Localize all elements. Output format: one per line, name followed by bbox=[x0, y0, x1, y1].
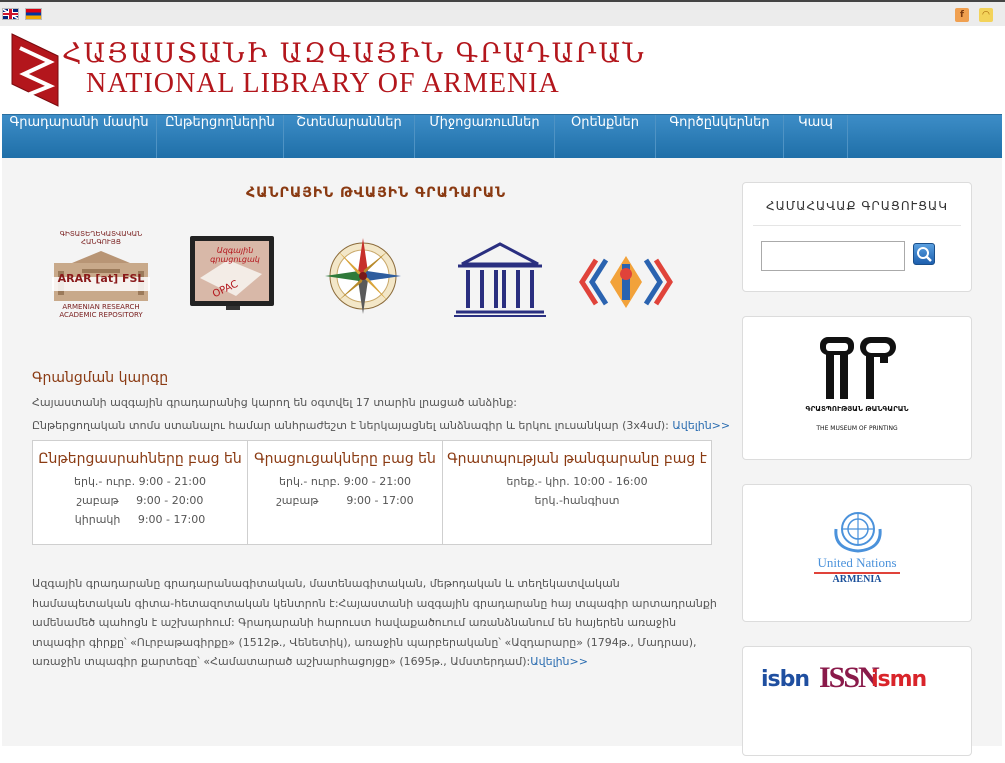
top-utility-bar: f ◠ bbox=[0, 0, 1005, 26]
registration-age-text: Հայաստանի ազգային գրադարանից կարող են օգ… bbox=[32, 396, 517, 409]
un-label: United Nations bbox=[817, 555, 897, 570]
arar-bottom-label-2: ACADEMIC REPOSITORY bbox=[59, 311, 143, 319]
culture-portal-link[interactable] bbox=[578, 230, 674, 320]
nav-events[interactable]: Միջոցառումներ bbox=[415, 115, 555, 159]
union-catalog-heading: ՀԱՄԱՀԱՎԱՔ ԳՐԱՑՈՒՑԱԿ bbox=[753, 199, 961, 226]
nav-contact[interactable]: Կապ bbox=[784, 115, 848, 159]
search-icon bbox=[917, 247, 932, 262]
registration-heading: Գրանցման կարգը bbox=[32, 370, 169, 386]
site-header: ՀԱՅԱՍՏԱՆԻ ԱԶԳԱՅԻՆ ԳՐԱԴԱՐԱՆ NATIONAL LIBR… bbox=[2, 26, 1002, 114]
hours-time: 9:00 - 20:00 bbox=[136, 494, 204, 507]
site-title-english[interactable]: NATIONAL LIBRARY OF ARMENIA bbox=[86, 68, 560, 100]
catalogs-hours: Գրացուցակները բաց են երկ.- ուրբ. 9:00 - … bbox=[248, 441, 443, 544]
library-logo-icon[interactable] bbox=[10, 26, 62, 108]
hours-row: երկ.- ուրբ. 9:00 - 21:00 bbox=[33, 472, 247, 491]
hours-days: կիրակի bbox=[74, 513, 121, 526]
hours-days: շաբաթ bbox=[76, 494, 119, 507]
hours-row: կիրակի 9:00 - 17:00 bbox=[33, 510, 247, 529]
nav-databases[interactable]: Շտեմարաններ bbox=[284, 115, 415, 159]
registration-docs-text: Ընթերցողական տոմս ստանալու համար անհրաժե… bbox=[32, 419, 669, 432]
about-more-link[interactable]: Ավելին>> bbox=[530, 655, 588, 668]
facebook-icon[interactable]: f bbox=[955, 8, 969, 22]
compass-project-link[interactable] bbox=[320, 230, 406, 320]
isbn-issn-ismn-banner[interactable]: isbn ISSN ismn bbox=[742, 646, 972, 756]
hours-days: երեք.- կիր. bbox=[506, 475, 570, 488]
hours-days: երկ.- ուրբ. bbox=[279, 475, 341, 488]
registration-docs-line: Ընթերցողական տոմս ստանալու համար անհրաժե… bbox=[32, 419, 730, 432]
catalog-search-input[interactable] bbox=[761, 241, 905, 271]
arar-top-label: ԳԻՏԱՏԵՂԵԿԱՏՎԱԿԱՆ ՀԱՆԳՈՒՅՑ bbox=[59, 230, 143, 246]
digital-library-heading: ՀԱՆՐԱՅԻՆ ԹՎԱՅԻՆ ԳՐԱԴԱՐԱՆ bbox=[246, 185, 507, 201]
reading-rooms-hours: Ընթերցասրահները բաց են երկ.- ուրբ. 9:00 … bbox=[33, 441, 248, 544]
about-library-text: Ազգային գրադարանը գրադարանագիտական, մատե… bbox=[32, 574, 722, 672]
arar-bottom-label-1: ARMENIAN RESEARCH bbox=[62, 303, 140, 311]
nav-partners[interactable]: Գործընկերներ bbox=[656, 115, 784, 159]
heritage-portal-link[interactable] bbox=[452, 230, 548, 320]
armenia-flag-icon[interactable] bbox=[25, 8, 42, 20]
museum-name-english: THE MUSEUM OF PRINTING bbox=[816, 425, 898, 432]
arar-title: ARAR [at] FSL bbox=[57, 272, 145, 285]
catalogs-heading: Գրացուցակները բաց են bbox=[254, 451, 436, 467]
hours-days: շաբաթ bbox=[276, 494, 319, 507]
hours-row: շաբաթ 9:00 - 17:00 bbox=[248, 491, 442, 510]
ismn-logo[interactable]: ismn bbox=[871, 667, 927, 692]
hours-days: երկ.- ուրբ. bbox=[74, 475, 136, 488]
hours-time: 9:00 - 17:00 bbox=[137, 513, 206, 526]
classical-columns-icon bbox=[454, 242, 546, 317]
museum-of-printing-banner[interactable]: ԳՐԱՏՊՈՒԹՅԱՆ ԹԱՆԳԱՐԱՆ THE MUSEUM OF PRINT… bbox=[742, 316, 972, 460]
union-catalog-search-box: ՀԱՄԱՀԱՎԱՔ ԳՐԱՑՈՒՑԱԿ bbox=[742, 182, 972, 292]
about-paragraph: Ազգային գրադարանը գրադարանագիտական, մատե… bbox=[32, 577, 717, 668]
museum-hours: Գրատպության թանգարանը բաց է երեք.- կիր. … bbox=[443, 441, 711, 544]
hours-time: 9:00 - 21:00 bbox=[138, 475, 206, 488]
opac-top-label: Ազգային գրացուցակ bbox=[210, 246, 260, 264]
un-emblem-icon bbox=[834, 512, 882, 553]
museum-of-printing-logo-icon bbox=[820, 337, 896, 399]
arar-repository-link[interactable]: ԳԻՏԱՏԵՂԵԿԱՏՎԱԿԱՆ ՀԱՆԳՈՒՅՑ ARAR [at] FSL … bbox=[52, 230, 150, 320]
hours-row: շաբաթ 9:00 - 20:00 bbox=[33, 491, 247, 510]
un-armenia-label: ARMENIA bbox=[814, 572, 900, 585]
search-button[interactable] bbox=[913, 243, 935, 265]
hours-row: երկ.- ուրբ. 9:00 - 21:00 bbox=[248, 472, 442, 491]
opac-catalog-link[interactable]: Ազգային գրացուցակ OPAC bbox=[188, 230, 278, 320]
main-navigation: Գրադարանի մասին Ընթերցողներին Շտեմարաննե… bbox=[2, 114, 1002, 159]
united-nations-armenia-banner[interactable]: United Nations ARMENIA bbox=[742, 484, 972, 622]
main-content: ՀԱՆՐԱՅԻՆ ԹՎԱՅԻՆ ԳՐԱԴԱՐԱՆ ԳԻՏԱՏԵՂԵԿԱՏՎԱԿԱ… bbox=[2, 158, 1002, 756]
uk-flag-icon[interactable] bbox=[2, 8, 19, 20]
hours-row: երկ.-հանգիստ bbox=[443, 491, 711, 510]
compass-rose-icon bbox=[325, 238, 401, 314]
hours-time: 9:00 - 17:00 bbox=[346, 494, 414, 507]
rss-icon[interactable]: ◠ bbox=[979, 8, 993, 22]
registration-more-link[interactable]: Ավելին>> bbox=[672, 419, 730, 432]
hours-days: երկ.-հանգիստ bbox=[534, 494, 620, 507]
nav-for-readers[interactable]: Ընթերցողներին bbox=[157, 115, 284, 159]
armenian-pattern-emblem-icon bbox=[579, 256, 673, 308]
nav-about-library[interactable]: Գրադարանի մասին bbox=[2, 115, 157, 159]
opening-hours-table: Ընթերցասրահները բաց են երկ.- ուրբ. 9:00 … bbox=[32, 440, 712, 545]
hours-time: 9:00 - 21:00 bbox=[343, 475, 411, 488]
hours-row: երեք.- կիր. 10:00 - 16:00 bbox=[443, 472, 711, 491]
reading-rooms-heading: Ընթերցասրահները բաց են bbox=[38, 451, 242, 467]
issn-logo[interactable]: ISSN bbox=[819, 661, 880, 695]
isbn-logo[interactable]: isbn bbox=[761, 667, 810, 692]
site-title-armenian[interactable]: ՀԱՅԱՍՏԱՆԻ ԱԶԳԱՅԻՆ ԳՐԱԴԱՐԱՆ bbox=[62, 38, 646, 69]
hours-time: 10:00 - 16:00 bbox=[573, 475, 648, 488]
museum-name-armenian: ԳՐԱՏՊՈՒԹՅԱՆ ԹԱՆԳԱՐԱՆ bbox=[805, 405, 909, 413]
museum-hours-heading: Գրատպության թանգարանը բաց է bbox=[447, 451, 707, 467]
opac-monitor-icon bbox=[190, 236, 274, 310]
nav-laws[interactable]: Օրենքներ bbox=[555, 115, 656, 159]
